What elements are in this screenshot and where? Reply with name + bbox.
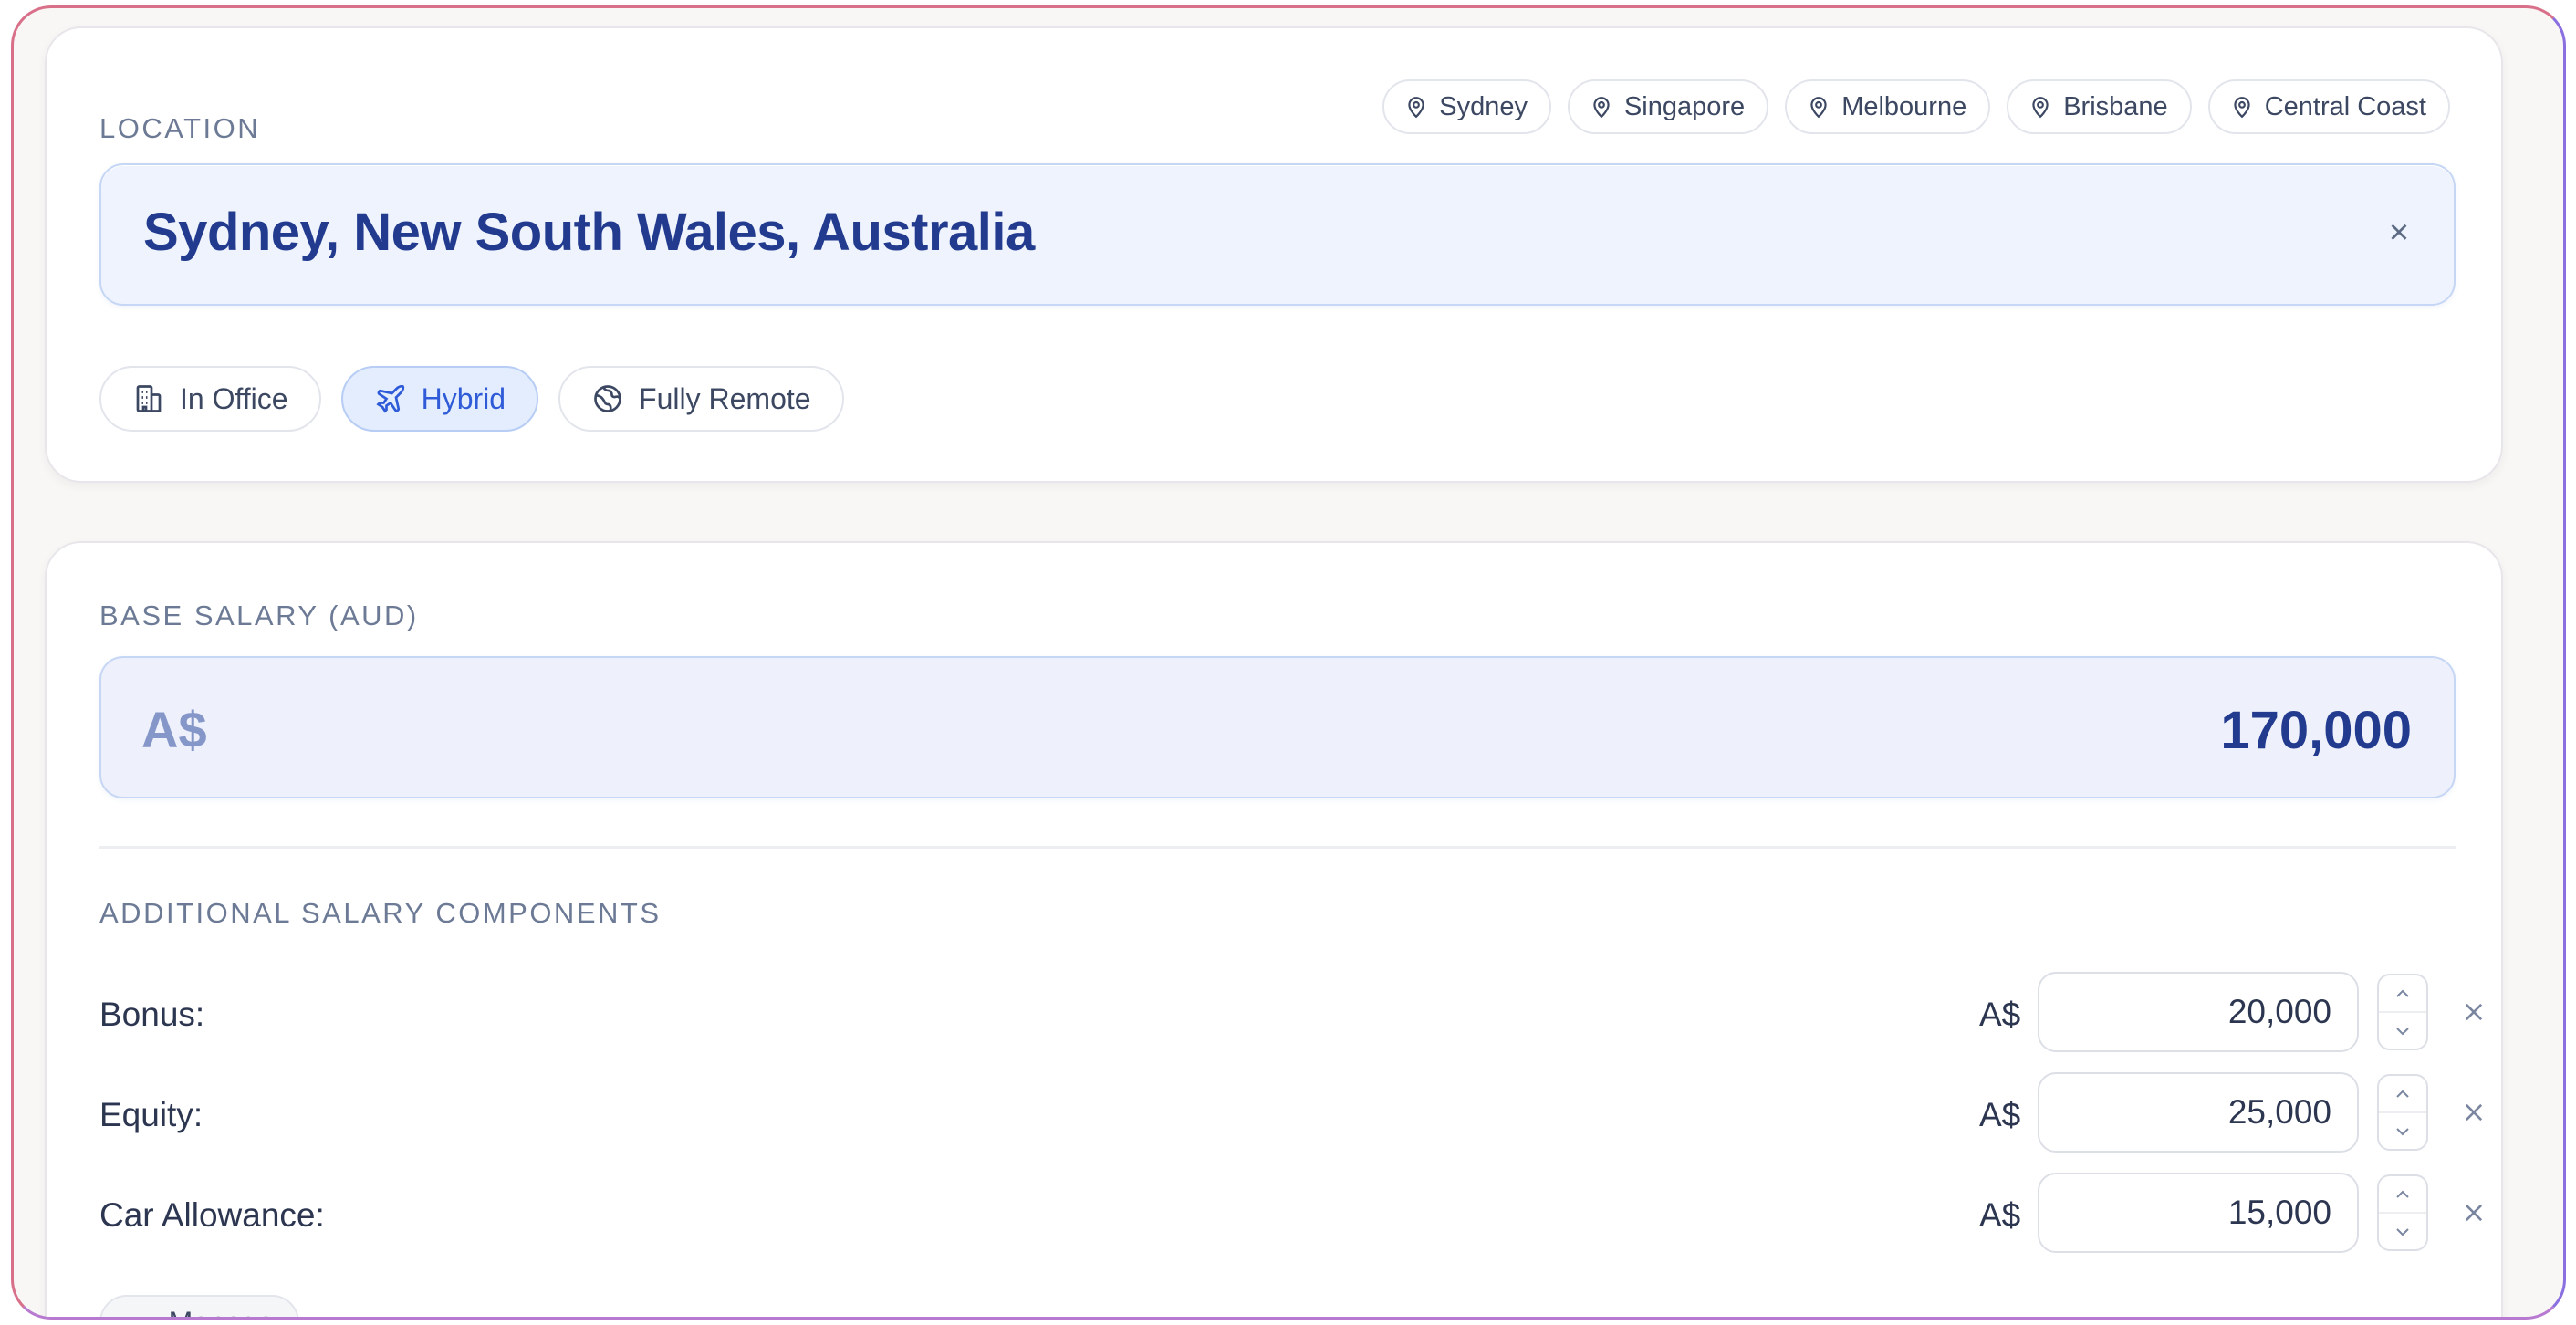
- component-currency: A$: [1979, 996, 2021, 1033]
- component-amount-input[interactable]: 25,000: [2038, 1072, 2359, 1153]
- close-icon: [2465, 1003, 2483, 1021]
- location-quick-picks: Sydney Singapore Melbourne Brisbane Cent…: [1382, 79, 2450, 134]
- manage-components-button[interactable]: ••• Manage: [99, 1295, 300, 1318]
- location-section-label: LOCATION: [99, 112, 261, 144]
- work-mode-fully-remote[interactable]: Fully Remote: [558, 366, 844, 432]
- base-salary-input[interactable]: A$ 170,000: [99, 656, 2456, 798]
- component-label: Car Allowance:: [99, 1196, 325, 1234]
- ellipsis-icon: •••: [125, 1306, 156, 1318]
- component-label: Bonus:: [99, 996, 205, 1033]
- quick-pick-brisbane[interactable]: Brisbane: [2007, 79, 2192, 134]
- amount-stepper[interactable]: [2377, 1074, 2428, 1151]
- quick-pick-label: Brisbane: [2063, 91, 2168, 121]
- building-icon: [136, 385, 162, 412]
- component-amount-input[interactable]: 15,000: [2038, 1173, 2359, 1253]
- base-salary-label: BASE SALARY (AUD): [99, 600, 419, 631]
- chevron-up-icon: [2396, 989, 2409, 997]
- chevron-down-icon: [2396, 1027, 2409, 1035]
- base-salary-currency: A$: [141, 701, 207, 758]
- stepper-up-button[interactable]: [2379, 1176, 2426, 1212]
- stepper-down-button[interactable]: [2379, 1011, 2426, 1049]
- chevron-down-icon: [2396, 1227, 2409, 1236]
- location-input[interactable]: Sydney, New South Wales, Australia ×: [99, 163, 2456, 306]
- chevron-up-icon: [2396, 1190, 2409, 1198]
- additional-components-label: ADDITIONAL SALARY COMPONENTS: [99, 897, 662, 929]
- quick-pick-label: Melbourne: [1841, 91, 1967, 121]
- chevron-up-icon: [2396, 1090, 2409, 1098]
- quick-pick-sydney[interactable]: Sydney: [1382, 79, 1551, 134]
- salary-component-row: Equity: A$ 25,000: [99, 1072, 2483, 1154]
- quick-pick-central-coast[interactable]: Central Coast: [2207, 79, 2450, 134]
- salary-component-row: Bonus: A$ 20,000: [99, 972, 2483, 1054]
- component-label: Equity:: [99, 1096, 203, 1133]
- quick-pick-label: Sydney: [1439, 91, 1528, 121]
- map-pin-icon: [1408, 97, 1424, 119]
- stepper-down-button[interactable]: [2379, 1111, 2426, 1149]
- app-frame: LOCATION Sydney Singapore Melbourne Bris…: [11, 5, 2566, 1320]
- chevron-down-icon: [2396, 1127, 2409, 1135]
- location-value: Sydney, New South Wales, Australia: [143, 203, 1035, 262]
- location-card: LOCATION Sydney Singapore Melbourne Bris…: [45, 26, 2503, 483]
- quick-pick-melbourne[interactable]: Melbourne: [1785, 79, 1991, 134]
- work-mode-in-office[interactable]: In Office: [99, 366, 321, 432]
- close-icon: [2465, 1204, 2483, 1222]
- work-mode-label: Fully Remote: [639, 381, 811, 415]
- stepper-up-button[interactable]: [2379, 1076, 2426, 1111]
- salary-component-row: Car Allowance: A$ 15,000: [99, 1173, 2483, 1255]
- work-mode-label: In Office: [180, 381, 288, 415]
- globe-icon: [594, 385, 621, 412]
- close-icon: [2465, 1103, 2483, 1122]
- map-pin-icon: [2234, 97, 2250, 119]
- map-pin-icon: [2032, 97, 2049, 119]
- quick-pick-label: Singapore: [1623, 91, 1746, 121]
- stepper-down-button[interactable]: [2379, 1212, 2426, 1249]
- clear-location-button[interactable]: ×: [2381, 214, 2417, 252]
- amount-stepper[interactable]: [2377, 1174, 2428, 1251]
- remove-component-button[interactable]: [2454, 992, 2494, 1032]
- map-pin-icon: [1593, 97, 1610, 119]
- quick-pick-singapore[interactable]: Singapore: [1567, 79, 1769, 134]
- remove-component-button[interactable]: [2454, 1193, 2494, 1233]
- work-mode-label: Hybrid: [421, 381, 506, 415]
- salary-card: BASE SALARY (AUD) A$ 170,000 ADDITIONAL …: [45, 541, 2503, 1318]
- remove-component-button[interactable]: [2454, 1092, 2494, 1132]
- work-mode-hybrid[interactable]: Hybrid: [340, 366, 539, 432]
- component-amount-input[interactable]: 20,000: [2038, 972, 2359, 1052]
- stepper-up-button[interactable]: [2379, 975, 2426, 1011]
- work-mode-selector: In Office Hybrid Fully Remote: [99, 366, 844, 432]
- base-salary-value: 170,000: [2220, 701, 2412, 760]
- plane-icon: [375, 384, 404, 413]
- amount-stepper[interactable]: [2377, 974, 2428, 1050]
- manage-label: Manage: [169, 1306, 275, 1318]
- map-pin-icon: [1810, 97, 1827, 119]
- component-currency: A$: [1979, 1196, 2021, 1234]
- quick-pick-label: Central Coast: [2264, 91, 2426, 121]
- component-currency: A$: [1979, 1096, 2021, 1133]
- section-divider: [99, 846, 2456, 849]
